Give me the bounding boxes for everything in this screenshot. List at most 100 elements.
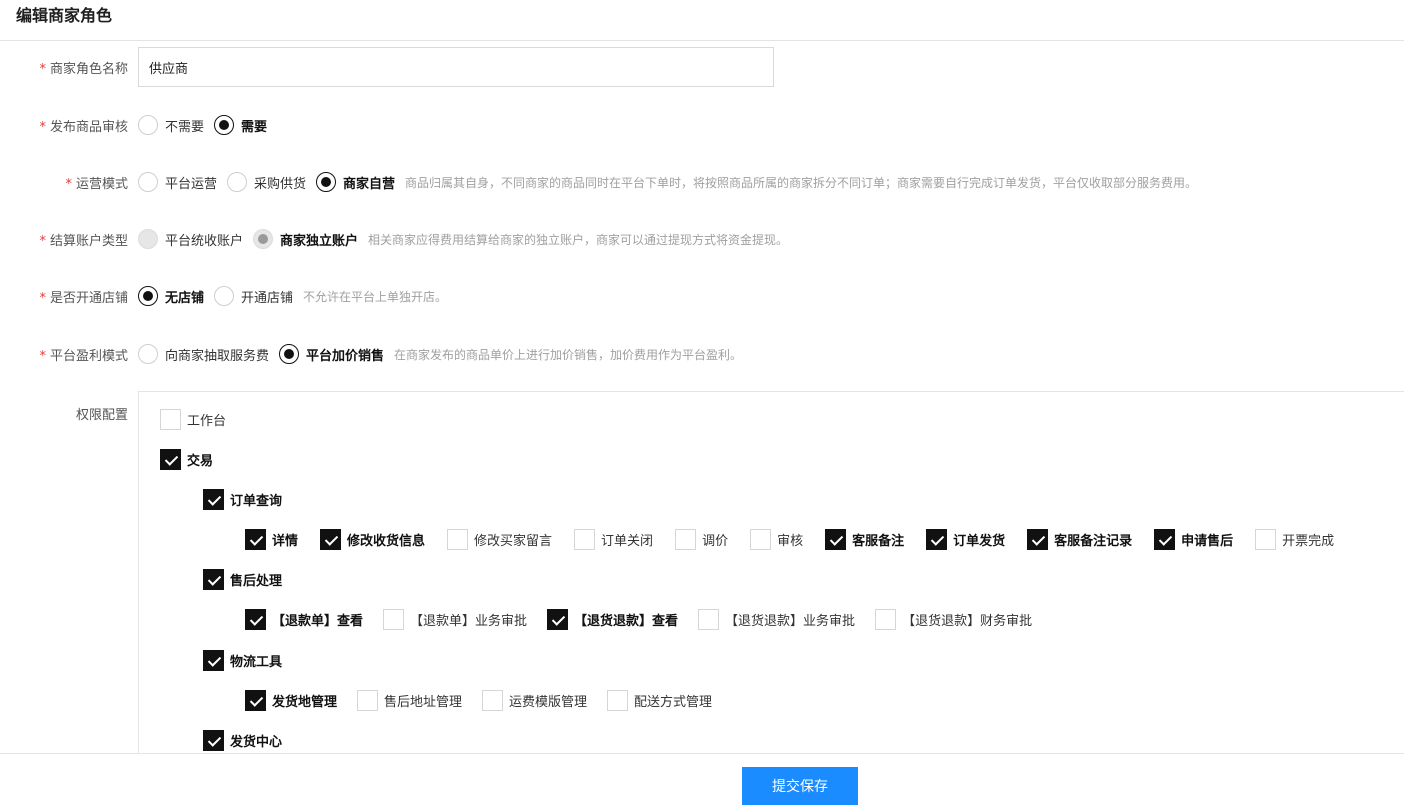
perm-row-shipping: 发货中心: [203, 729, 302, 751]
title-divider: [0, 40, 1404, 41]
required-mark: *: [39, 233, 46, 249]
profit-option-markup[interactable]: 平台加价销售: [279, 344, 384, 364]
checkbox[interactable]: [825, 528, 847, 550]
perm-order-edit-address[interactable]: 修改收货信息: [320, 528, 425, 550]
perm-row-order-query-items: 详情 修改收货信息 修改买家留言 订单关闭 调价 审核 客服备注 订单发货 客服…: [245, 528, 1334, 550]
checkbox[interactable]: [447, 528, 469, 550]
mode-hint: 商品归属其自身，不同商家的商品同时在平台下单时，将按照商品所属的商家拆分不同订单…: [405, 175, 1198, 190]
checkbox[interactable]: [547, 608, 569, 630]
mode-option-purchase[interactable]: 采购供货: [227, 172, 306, 192]
store-hint: 不允许在平台上单独开店。: [303, 289, 448, 304]
radio-circle[interactable]: [316, 172, 337, 192]
perm-return-view[interactable]: 【退货退款】查看: [547, 608, 678, 630]
perm-after-sale[interactable]: 售后处理: [203, 568, 282, 590]
checkbox[interactable]: [245, 608, 266, 630]
checkbox[interactable]: [320, 528, 342, 550]
perm-order-cs-note[interactable]: 客服备注: [825, 528, 904, 550]
radio-circle[interactable]: [138, 344, 158, 364]
checkbox[interactable]: [245, 528, 266, 550]
perm-order-edit-buyer-note[interactable]: 修改买家留言: [447, 528, 552, 550]
checkbox[interactable]: [675, 528, 697, 550]
radio-circle[interactable]: [138, 172, 158, 192]
checkbox[interactable]: [750, 528, 772, 550]
checkbox[interactable]: [203, 649, 224, 671]
checkbox[interactable]: [875, 608, 897, 630]
checkbox[interactable]: [203, 729, 224, 751]
perm-order-invoice-done[interactable]: 开票完成: [1255, 528, 1334, 550]
perm-workbench[interactable]: 工作台: [160, 408, 226, 430]
page-title: 编辑商家角色: [16, 6, 113, 25]
checkbox[interactable]: [245, 689, 266, 711]
mode-option-self[interactable]: 商家自营: [316, 172, 395, 192]
store-option-none[interactable]: 无店铺: [138, 286, 204, 306]
checkbox[interactable]: [482, 689, 504, 711]
perm-row-logistics-items: 发货地管理 售后地址管理 运费模版管理 配送方式管理: [245, 689, 732, 711]
settlement-hint: 相关商家应得费用结算给商家的独立账户，商家可以通过提现方式将资金提现。: [368, 232, 789, 247]
perm-row-logistics: 物流工具: [203, 649, 302, 671]
perm-order-adjust-price[interactable]: 调价: [675, 528, 728, 550]
perm-trade[interactable]: 交易: [160, 448, 213, 470]
perm-row-after-sale-items: 【退款单】查看 【退款单】业务审批 【退货退款】查看 【退货退款】业务审批 【退…: [245, 608, 1052, 630]
checkbox[interactable]: [203, 568, 224, 590]
checkbox[interactable]: [160, 448, 181, 470]
checkbox[interactable]: [383, 608, 405, 630]
perm-order-query[interactable]: 订单查询: [203, 488, 282, 510]
perm-shipping-origin[interactable]: 发货地管理: [245, 689, 337, 711]
radio-circle[interactable]: [214, 115, 235, 135]
settlement-row: * 结算账户类型 平台统收账户 商家独立账户 相关商家应得费用结算给商家的独立账户…: [0, 219, 1404, 259]
profit-option-service-fee[interactable]: 向商家抽取服务费: [138, 344, 269, 364]
settlement-option-merchant: 商家独立账户: [253, 229, 358, 249]
mode-row: * 运营模式 平台运营 采购供货 商家自营 商品归属其自身，不同商家的商品同时在平…: [0, 162, 1404, 202]
store-option-open[interactable]: 开通店铺: [214, 286, 293, 306]
required-mark: *: [65, 176, 72, 192]
perm-order-ship[interactable]: 订单发货: [926, 528, 1005, 550]
checkbox[interactable]: [1027, 528, 1049, 550]
radio-circle[interactable]: [214, 286, 235, 306]
perm-shipping-center[interactable]: 发货中心: [203, 729, 282, 751]
perm-after-sale-address[interactable]: 售后地址管理: [357, 689, 462, 711]
checkbox[interactable]: [607, 689, 629, 711]
settlement-label: * 结算账户类型: [39, 233, 128, 249]
perm-return-finance-approve[interactable]: 【退货退款】财务审批: [875, 608, 1032, 630]
role-name-input[interactable]: [138, 47, 774, 87]
checkbox[interactable]: [203, 488, 224, 510]
checkbox[interactable]: [1255, 528, 1277, 550]
radio-circle[interactable]: [138, 286, 158, 306]
store-label: * 是否开通店铺: [39, 290, 128, 306]
profit-hint: 在商家发布的商品单价上进行加价销售，加价费用作为平台盈利。: [394, 347, 743, 362]
perm-refund-business-approve[interactable]: 【退款单】业务审批: [383, 608, 527, 630]
perm-order-detail[interactable]: 详情: [245, 528, 298, 550]
role-name-row: * 商家角色名称: [0, 47, 1404, 87]
radio-circle[interactable]: [138, 115, 158, 135]
settlement-option-platform: 平台统收账户: [138, 229, 243, 249]
submit-save-button[interactable]: 提交保存: [742, 767, 858, 805]
radio-circle[interactable]: [279, 344, 300, 364]
checkbox[interactable]: [574, 528, 596, 550]
audit-row: * 发布商品审核 不需要 需要: [0, 105, 1404, 145]
radio-circle[interactable]: [227, 172, 248, 192]
perm-delivery-method[interactable]: 配送方式管理: [607, 689, 712, 711]
perm-order-close[interactable]: 订单关闭: [574, 528, 653, 550]
checkbox[interactable]: [160, 408, 181, 430]
perm-order-cs-note-log[interactable]: 客服备注记录: [1027, 528, 1132, 550]
radio-circle: [253, 229, 274, 249]
mode-option-platform[interactable]: 平台运营: [138, 172, 217, 192]
audit-option-required[interactable]: 需要: [214, 115, 267, 135]
perm-return-business-approve[interactable]: 【退货退款】业务审批: [698, 608, 855, 630]
checkbox[interactable]: [357, 689, 379, 711]
perm-logistics[interactable]: 物流工具: [203, 649, 282, 671]
perm-refund-view[interactable]: 【退款单】查看: [245, 608, 363, 630]
permissions-tree[interactable]: 工作台 交易 订单查询 详情 修改收货信息 修改买家留言 订单关闭 调价 审核 …: [138, 391, 1404, 754]
profit-label: * 平台盈利模式: [39, 348, 128, 364]
checkbox[interactable]: [698, 608, 720, 630]
footer-bar: 提交保存: [0, 753, 1404, 806]
perm-freight-template[interactable]: 运费模版管理: [482, 689, 587, 711]
perm-order-apply-after-sale[interactable]: 申请售后: [1154, 528, 1233, 550]
perm-order-audit[interactable]: 审核: [750, 528, 803, 550]
perm-row-trade: 交易: [160, 448, 233, 470]
checkbox[interactable]: [926, 528, 948, 550]
audit-option-not-required[interactable]: 不需要: [138, 115, 204, 135]
perm-row-order-query: 订单查询: [203, 488, 302, 510]
perm-row-after-sale: 售后处理: [203, 568, 302, 590]
checkbox[interactable]: [1154, 528, 1176, 550]
